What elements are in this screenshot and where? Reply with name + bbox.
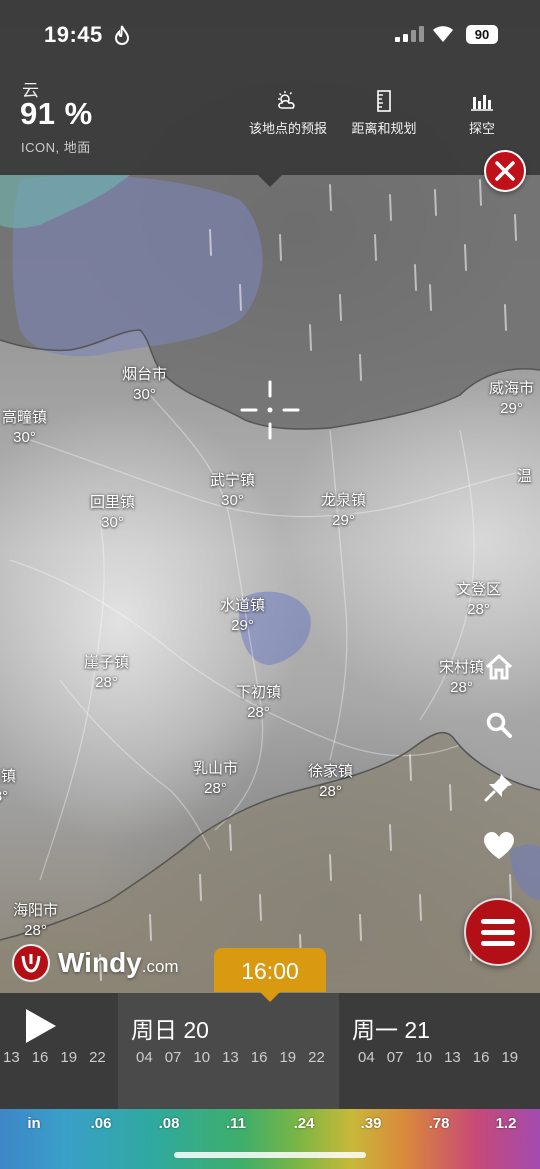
play-icon[interactable] (26, 1009, 56, 1043)
status-bar: 19:45 90 (0, 0, 540, 70)
model-source[interactable]: ICON, 地面 (21, 137, 91, 156)
pin-button[interactable] (480, 768, 518, 806)
city-label[interactable]: 回里镇 30° (90, 493, 135, 533)
main-menu-button[interactable] (464, 898, 532, 966)
close-button[interactable] (484, 150, 526, 192)
city-label[interactable]: 威海市 29° (489, 379, 534, 419)
wifi-icon (433, 26, 453, 42)
bar-chart-icon (462, 88, 502, 114)
close-icon (495, 161, 515, 181)
favorite-button[interactable] (480, 827, 518, 865)
city-label[interactable]: 烟台市 30° (122, 365, 167, 405)
layer-value: 91 % (20, 96, 93, 131)
point-forecast-button[interactable]: 该地点的预报 (248, 88, 328, 137)
status-time: 19:45 (44, 22, 103, 47)
legend-value: 1.2 (495, 1115, 517, 1132)
legend-unit: in (27, 1115, 41, 1132)
city-label[interactable]: 文登区 28° (456, 580, 501, 620)
windy-logo[interactable]: Windy.com (12, 944, 179, 982)
current-time-indicator[interactable]: 16:00 (214, 948, 326, 1002)
legend-value: .08 (158, 1115, 180, 1132)
point-forecast-label: 该地点的预报 (248, 121, 327, 136)
legend-value: .11 (225, 1115, 247, 1132)
panel-pointer (258, 175, 282, 187)
city-label[interactable]: 乳山市 28° (193, 759, 238, 799)
day-hours: 04 07 10 13 16 19 (358, 1049, 519, 1066)
city-label[interactable]: 徐家镇 28° (308, 762, 353, 802)
day-label[interactable]: 周一 21 (352, 1011, 430, 1045)
sounding-label: 探空 (468, 121, 495, 136)
precipitation-legend[interactable]: in .06 .08 .11 .24 .39 .78 1.2 (0, 1109, 540, 1169)
windy-logo-icon (12, 944, 50, 982)
day-label[interactable]: 周日 20 (131, 1011, 209, 1045)
ruler-icon (348, 88, 420, 114)
city-label[interactable]: 宋村镇 28° (439, 658, 484, 698)
sounding-button[interactable]: 探空 (462, 88, 502, 137)
brand-name: Windy (58, 947, 142, 978)
distance-planning-button[interactable]: 距离和规划 (348, 88, 420, 137)
home-indicator[interactable] (174, 1152, 366, 1158)
home-icon (485, 654, 513, 680)
city-label[interactable]: 海阳市 28° (13, 901, 58, 941)
timeline[interactable]: 13 16 19 22 周日 20 04 07 10 13 16 19 22 周… (0, 993, 540, 1109)
search-icon (486, 712, 512, 738)
brand-suffix: .com (141, 957, 179, 976)
city-label[interactable]: 温 (517, 467, 532, 487)
city-label[interactable]: 龙泉镇 29° (321, 491, 366, 531)
distance-planning-label: 距离和规划 (351, 121, 417, 136)
battery-icon: 90 (466, 25, 498, 44)
legend-value: .39 (360, 1115, 382, 1132)
hamburger-icon (481, 918, 515, 924)
flame-icon (114, 25, 130, 45)
city-label[interactable]: 下初镇 28° (236, 683, 281, 723)
sun-cloud-icon (248, 88, 328, 114)
signal-icon (395, 26, 424, 42)
pin-icon (484, 774, 512, 802)
city-label[interactable]: 崖子镇 28° (84, 653, 129, 693)
legend-value: .06 (90, 1115, 112, 1132)
city-label[interactable]: 吴镇8° (0, 767, 16, 807)
legend-value: .78 (428, 1115, 450, 1132)
location-crosshair (240, 380, 300, 440)
city-label[interactable]: 武宁镇 30° (210, 471, 255, 511)
city-label[interactable]: 水道镇 29° (220, 596, 265, 636)
prev-day-hours: 13 16 19 22 (3, 1049, 106, 1066)
search-button[interactable] (480, 706, 518, 744)
home-button[interactable] (480, 648, 518, 686)
city-label[interactable]: 高疃镇 30° (2, 408, 47, 448)
legend-value: .24 (293, 1115, 315, 1132)
day-hours: 04 07 10 13 16 19 22 (136, 1049, 325, 1066)
heart-icon (484, 832, 514, 859)
